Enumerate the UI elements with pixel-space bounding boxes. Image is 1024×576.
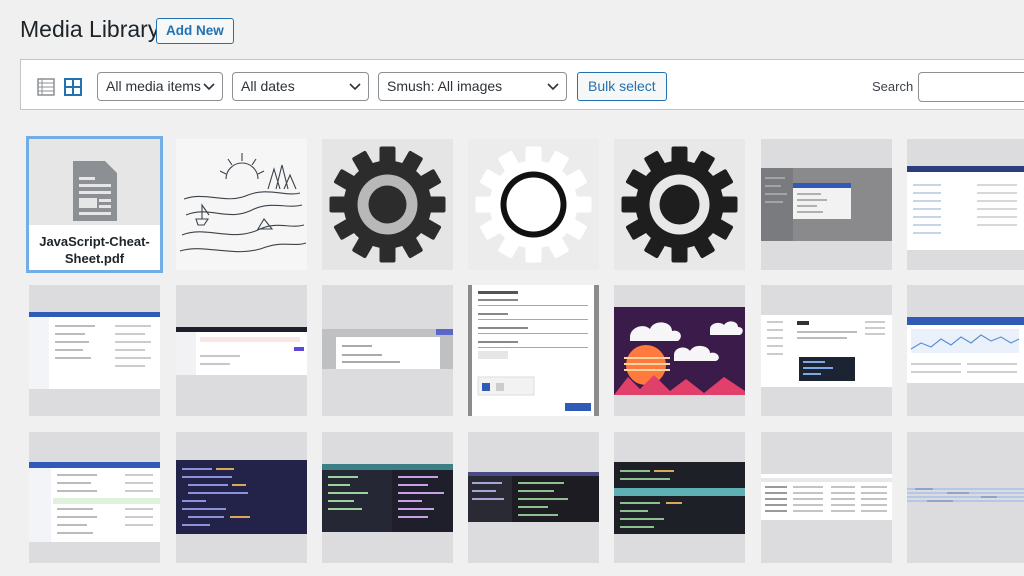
code-screenshot-thumbnail: [322, 432, 453, 563]
bulk-select-button[interactable]: Bulk select: [577, 72, 667, 101]
media-item-image[interactable]: [614, 432, 745, 563]
log-screenshot-thumbnail: [907, 432, 1024, 563]
media-item-image[interactable]: [468, 285, 599, 416]
search-label: Search: [872, 79, 914, 94]
chevron-down-icon: [203, 83, 215, 91]
media-item-image[interactable]: [468, 432, 599, 563]
code-screenshot-thumbnail: [614, 432, 745, 563]
code-screenshot-thumbnail: [468, 432, 599, 563]
media-item-image[interactable]: [907, 285, 1024, 416]
smush-filter-value: Smush: All images: [387, 78, 503, 94]
search-input[interactable]: [918, 72, 1024, 102]
media-toolbar: All media items All dates Smush: All ima…: [20, 59, 1024, 110]
smush-filter[interactable]: Smush: All images: [378, 72, 567, 101]
screenshot-thumbnail: [761, 139, 892, 270]
media-item-image[interactable]: [176, 139, 307, 270]
screenshot-thumbnail: [176, 285, 307, 416]
media-item-image[interactable]: [761, 139, 892, 270]
media-item-image[interactable]: [322, 139, 453, 270]
chevron-down-icon: [349, 83, 361, 91]
add-new-button[interactable]: Add New: [156, 18, 234, 44]
screenshot-thumbnail: [907, 139, 1024, 270]
screenshot-thumbnail: [29, 432, 160, 563]
media-item-image[interactable]: [322, 432, 453, 563]
chevron-down-icon: [547, 83, 559, 91]
media-item-image[interactable]: [176, 432, 307, 563]
media-item-image[interactable]: [761, 285, 892, 416]
media-item-image[interactable]: [761, 432, 892, 563]
media-item-image[interactable]: [907, 432, 1024, 563]
document-filename: JavaScript-Cheat-Sheet.pdf: [39, 234, 150, 266]
media-item-image[interactable]: [614, 139, 745, 270]
date-filter[interactable]: All dates: [232, 72, 369, 101]
media-item-image[interactable]: [614, 285, 745, 416]
screenshot-thumbnail: [468, 285, 599, 416]
media-item-image[interactable]: [322, 285, 453, 416]
media-type-filter-value: All media items: [106, 78, 201, 94]
media-item-document[interactable]: JavaScript-Cheat-Sheet.pdf: [29, 139, 160, 270]
media-item-image[interactable]: [907, 139, 1024, 270]
table-screenshot-thumbnail: [761, 432, 892, 563]
screenshot-thumbnail: [761, 285, 892, 416]
code-screenshot-thumbnail: [176, 432, 307, 563]
date-filter-value: All dates: [241, 78, 295, 94]
illustration-thumbnail: [614, 285, 745, 416]
grid-view-icon[interactable]: [64, 78, 82, 96]
gear-icon: [468, 139, 599, 270]
media-item-image[interactable]: [468, 139, 599, 270]
gear-icon: [322, 139, 453, 270]
media-item-image[interactable]: [29, 285, 160, 416]
page-title: Media Library: [20, 16, 160, 42]
landscape-thumbnail: [176, 139, 307, 270]
media-type-filter[interactable]: All media items: [97, 72, 223, 101]
screenshot-thumbnail: [322, 285, 453, 416]
media-item-image[interactable]: [176, 285, 307, 416]
gear-icon: [614, 139, 745, 270]
chart-screenshot-thumbnail: [907, 285, 1024, 416]
screenshot-thumbnail: [29, 285, 160, 416]
list-view-icon[interactable]: [37, 78, 55, 96]
media-item-image[interactable]: [29, 432, 160, 563]
